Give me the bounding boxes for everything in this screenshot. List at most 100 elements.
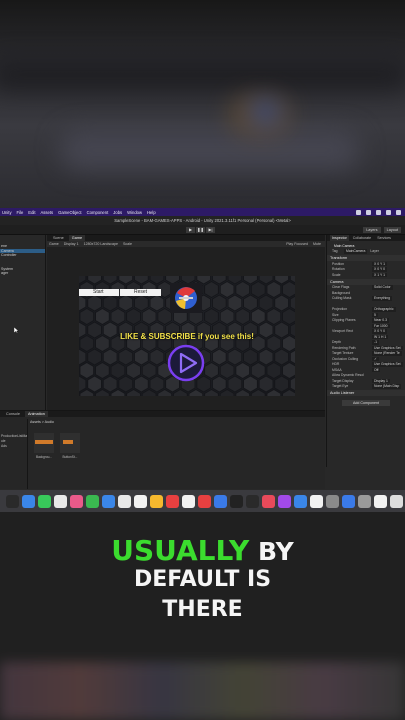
field-value[interactable]: ✓: [372, 356, 379, 361]
dock-app-icon[interactable]: [214, 494, 227, 508]
tab-animation[interactable]: Animation: [24, 411, 48, 417]
step-button[interactable]: ▶|: [206, 227, 215, 233]
field-value[interactable]: Far 1000: [372, 323, 390, 328]
tab-services[interactable]: Services: [375, 235, 393, 241]
hexagon-tile: [102, 375, 118, 393]
dock-app-icon[interactable]: [294, 494, 307, 508]
dock-app-icon[interactable]: [326, 494, 339, 508]
play-circle-icon[interactable]: [166, 343, 206, 383]
dock-app-icon[interactable]: [198, 494, 211, 508]
menu-edit[interactable]: Edit: [28, 210, 35, 215]
field-value[interactable]: None (Main Disp: [372, 384, 402, 389]
field-value[interactable]: Off: [372, 367, 381, 372]
field-value[interactable]: X 0 Y 1: [372, 261, 387, 266]
dock-app-icon[interactable]: [310, 494, 323, 508]
layout-dropdown[interactable]: Layout: [383, 227, 401, 233]
hexagon-tile: [95, 307, 110, 326]
display-dropdown[interactable]: Display 1: [64, 242, 79, 246]
menu-assets[interactable]: Assets: [41, 210, 54, 215]
menu-gameobject[interactable]: GameObject: [58, 210, 82, 215]
wifi-icon[interactable]: [376, 209, 381, 215]
dock-app-icon[interactable]: [390, 494, 403, 508]
dock-app-icon[interactable]: [374, 494, 387, 508]
field-value[interactable]: Display 1: [372, 378, 390, 383]
caption-line-2: DEFAULT IS: [133, 567, 272, 592]
inspector-field-row: HDR Use Graphics Set: [327, 362, 405, 368]
dock-app-icon[interactable]: [342, 494, 355, 508]
folder-item[interactable]: [0, 449, 27, 454]
dock-app-icon[interactable]: [86, 494, 99, 508]
dock-app-icon[interactable]: [38, 494, 51, 508]
field-value[interactable]: W 1 H 1: [372, 334, 389, 339]
field-value[interactable]: 5: [372, 312, 378, 317]
game-dropdown[interactable]: Game: [49, 242, 59, 246]
field-value[interactable]: X 0 Y 0: [372, 267, 387, 272]
layers-dropdown[interactable]: Layers: [363, 227, 381, 233]
control-center-icon[interactable]: [386, 209, 391, 215]
field-value[interactable]: Use Graphics Set: [372, 362, 403, 367]
tab-collaborate[interactable]: Collaborate: [351, 235, 373, 241]
field-value[interactable]: [372, 291, 376, 296]
dock-app-icon[interactable]: [70, 494, 83, 508]
scale-slider[interactable]: Scale: [123, 242, 132, 246]
game-viewport[interactable]: Start Reset LIKE & SUBSCRIBE if you see …: [79, 276, 295, 396]
tab-game[interactable]: Game: [68, 235, 86, 241]
dock-app-icon[interactable]: [246, 494, 259, 508]
audio-asset-thumbnail[interactable]: [34, 433, 54, 453]
field-value[interactable]: -1: [372, 340, 380, 345]
dock-app-icon[interactable]: [118, 494, 131, 508]
dock-app-icon[interactable]: [102, 494, 115, 508]
status-icon[interactable]: [356, 209, 361, 215]
play-button[interactable]: ▶: [186, 227, 195, 233]
dock-app-icon[interactable]: [262, 494, 275, 508]
add-component-button[interactable]: Add Component: [342, 400, 390, 406]
layer-label: Layer: [370, 249, 379, 254]
menu-file[interactable]: File: [17, 210, 24, 215]
mute-toggle[interactable]: Mute: [313, 242, 321, 246]
dock-app-icon[interactable]: [6, 494, 19, 508]
field-label: Rotation: [332, 267, 345, 272]
search-icon[interactable]: [396, 209, 401, 215]
field-value[interactable]: X 0 Y 0: [372, 329, 387, 334]
menu-unity[interactable]: Unity: [2, 210, 12, 215]
dock-app-icon[interactable]: [166, 494, 179, 508]
status-icon[interactable]: [366, 209, 371, 215]
field-value[interactable]: Everything: [372, 296, 393, 301]
tag-dropdown[interactable]: MainCamera: [344, 249, 368, 254]
tab-console[interactable]: Console: [3, 411, 23, 417]
field-value[interactable]: Near 0.3: [372, 318, 390, 323]
field-value[interactable]: None (Render Te: [372, 351, 402, 356]
field-value[interactable]: X 1 Y 1: [372, 272, 387, 277]
dock-app-icon[interactable]: [22, 494, 35, 508]
field-value[interactable]: [372, 302, 376, 307]
dock-app-icon[interactable]: [182, 494, 195, 508]
dock-app-icon[interactable]: [134, 494, 147, 508]
field-value[interactable]: Use Graphics Set: [372, 345, 403, 350]
play-focused-dropdown[interactable]: Play Focused: [286, 242, 308, 246]
menu-window[interactable]: Window: [127, 210, 142, 215]
hierarchy-item[interactable]: ager: [0, 271, 45, 276]
dock-app-icon[interactable]: [54, 494, 67, 508]
dock-app-icon[interactable]: [150, 494, 163, 508]
pause-button[interactable]: ❚❚: [196, 227, 205, 233]
dock-app-icon[interactable]: [358, 494, 371, 508]
dock-app-icon[interactable]: [278, 494, 291, 508]
object-name[interactable]: Main Camera: [332, 244, 356, 249]
game-view-toolbar: Game Display 1 1280x720 Landscape Scale …: [47, 241, 325, 247]
breadcrumb[interactable]: Assets > Audio: [30, 420, 54, 424]
dock-app-icon[interactable]: [230, 494, 243, 508]
tab-scene[interactable]: Scene: [50, 235, 67, 241]
tab-inspector[interactable]: Inspector: [330, 235, 349, 241]
resolution-dropdown[interactable]: 1280x720 Landscape: [84, 242, 118, 246]
menu-component[interactable]: Component: [87, 210, 109, 215]
audio-asset-thumbnail[interactable]: [60, 433, 80, 453]
start-button[interactable]: Start: [79, 289, 119, 296]
audio-listener-header[interactable]: Audio Listener: [327, 390, 405, 396]
reset-button[interactable]: Reset: [120, 289, 161, 296]
field-value[interactable]: Solid Color: [372, 285, 393, 290]
field-value[interactable]: Orthographic: [372, 307, 396, 312]
menu-jobs[interactable]: Jobs: [113, 210, 122, 215]
menu-help[interactable]: Help: [147, 210, 156, 215]
field-value[interactable]: [372, 373, 376, 378]
field-label: Scale: [332, 272, 341, 277]
